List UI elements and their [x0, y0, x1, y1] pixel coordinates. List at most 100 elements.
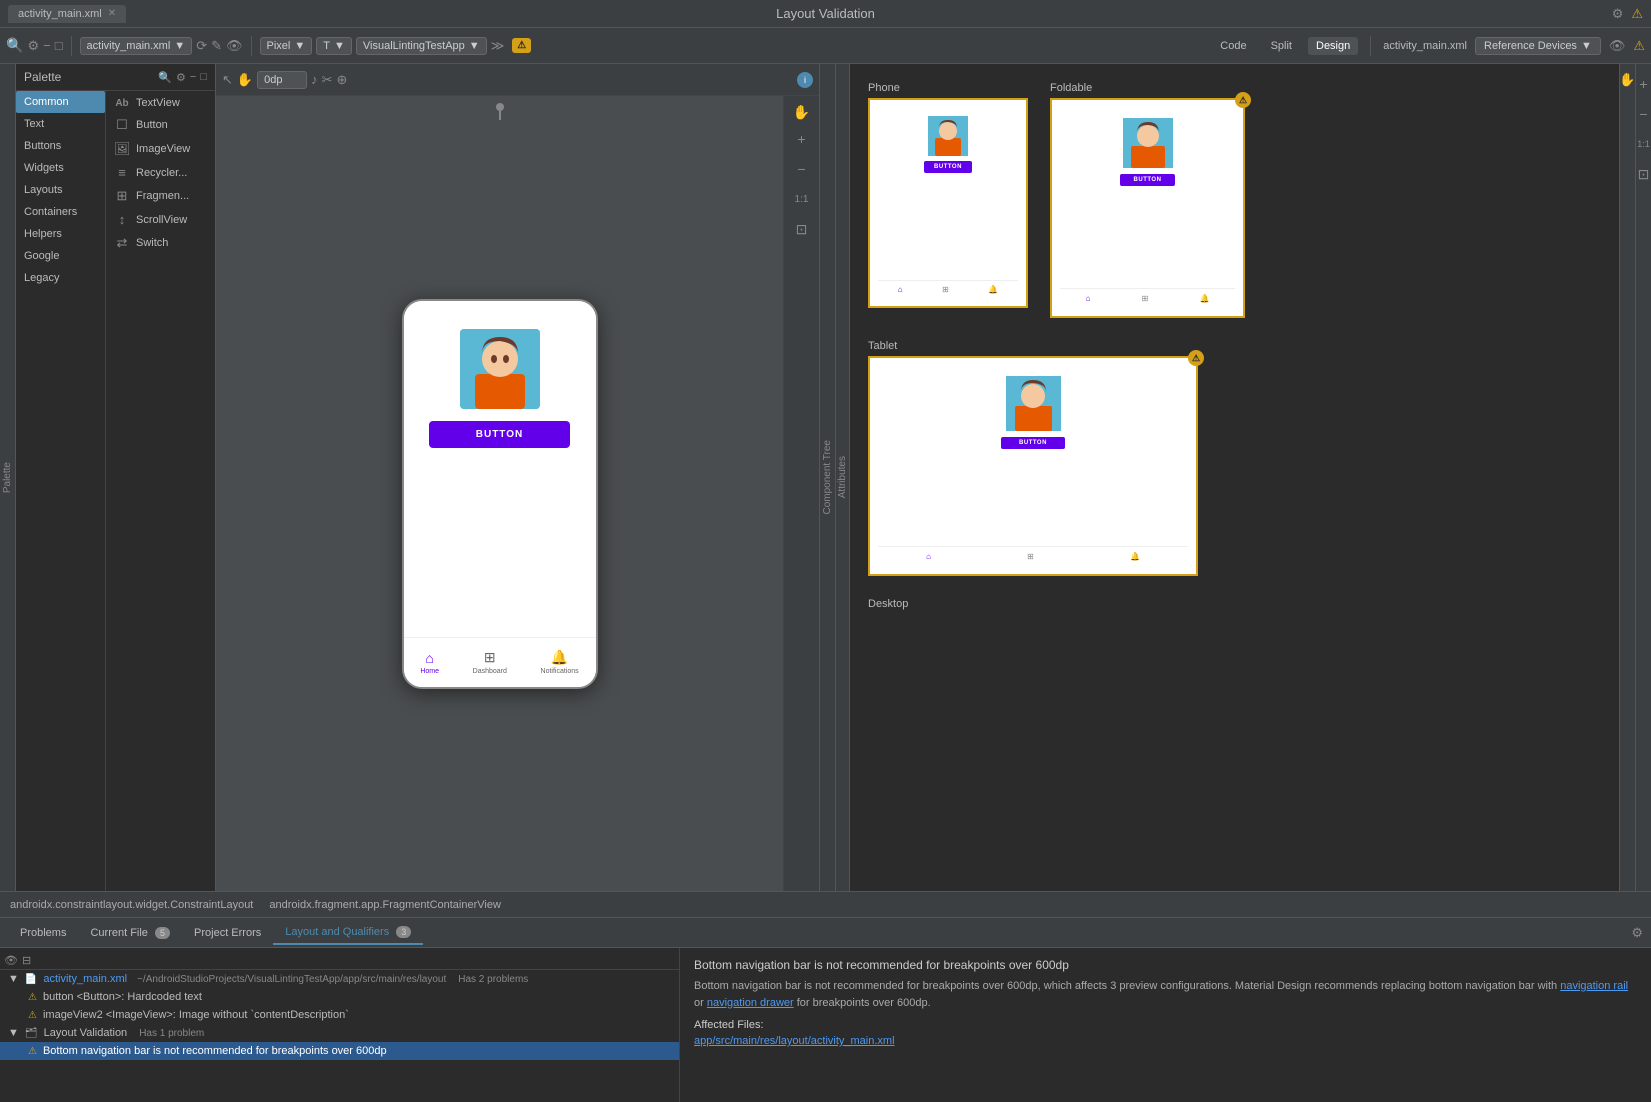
- preview-icon[interactable]: 👁: [1609, 38, 1626, 54]
- tab-layout-qualifiers[interactable]: Layout and Qualifiers 3: [273, 921, 423, 945]
- nav-notifications[interactable]: 🔔 Notifications: [541, 649, 579, 675]
- button-icon: ☐: [114, 117, 130, 133]
- nav-rail-link[interactable]: navigation rail: [1560, 980, 1628, 992]
- toolbar-icon2[interactable]: ✎: [211, 38, 222, 54]
- layout-validation-group[interactable]: ▼ 🗂 Layout Validation Has 1 problem: [0, 1024, 679, 1042]
- palette-item-recyclerview[interactable]: ≡ Recycler...: [106, 161, 215, 184]
- split-btn[interactable]: Split: [1263, 37, 1300, 55]
- detail-description: Bottom navigation bar is not recommended…: [694, 978, 1637, 1011]
- lv-fit[interactable]: ⊡: [1632, 162, 1651, 186]
- zoom-reset-btn[interactable]: 1:1: [790, 187, 814, 211]
- affected-file-link[interactable]: app/src/main/res/layout/activity_main.xm…: [694, 1035, 1637, 1047]
- mini-avatar-tablet: [1006, 376, 1061, 431]
- canvas-controls: ✋ + − 1:1 ⊡: [783, 96, 819, 891]
- cat-google[interactable]: Google: [16, 245, 105, 267]
- close-tab-icon[interactable]: ✕: [108, 8, 116, 19]
- attributes-label: Attributes: [837, 456, 848, 498]
- component-tree-strip: Component Tree: [819, 64, 835, 891]
- tablet-label: Tablet: [868, 340, 1198, 352]
- problem-content-desc[interactable]: ⚠ imageView2 <ImageView>: Image without …: [0, 1006, 679, 1024]
- desktop-label: Desktop: [868, 598, 1591, 610]
- canvas-select-icon[interactable]: ↖: [222, 72, 233, 88]
- palette-item-switch[interactable]: ⇄ Switch: [106, 231, 215, 255]
- palette-item-scrollview[interactable]: ↕ ScrollView: [106, 208, 215, 231]
- tab-current-file[interactable]: Current File 5: [78, 922, 182, 944]
- pixel-dropdown[interactable]: Pixel ▼: [260, 37, 313, 55]
- phone-label: Phone: [868, 82, 1028, 94]
- toolbar-icon3[interactable]: 👁: [226, 38, 243, 54]
- minus-icon[interactable]: −: [43, 38, 51, 53]
- zoom-out-btn[interactable]: −: [790, 157, 814, 181]
- detail-title: Bottom navigation bar is not recommended…: [694, 958, 1637, 972]
- toolbar-icon1[interactable]: ⟳: [196, 38, 207, 54]
- fit-screen-btn[interactable]: ⊡: [790, 217, 814, 241]
- phone-button[interactable]: BUTTON: [429, 421, 570, 448]
- search-icon[interactable]: 🔍: [6, 37, 23, 54]
- lv-file-tab[interactable]: activity_main.xml: [1383, 40, 1467, 52]
- cat-legacy[interactable]: Legacy: [16, 267, 105, 289]
- cat-buttons[interactable]: Buttons: [16, 135, 105, 157]
- design-btn[interactable]: Design: [1308, 37, 1358, 55]
- canvas-tool3[interactable]: ⊕: [337, 72, 348, 88]
- tab-problems[interactable]: Problems: [8, 922, 78, 944]
- cat-helpers[interactable]: Helpers: [16, 223, 105, 245]
- nav-dashboard[interactable]: ⊞ Dashboard: [473, 649, 507, 675]
- canvas-dp-input[interactable]: 0dp: [257, 71, 307, 89]
- mini-nav-phone: ⌂ ⊞ 🔔: [878, 280, 1018, 298]
- collapse-icon[interactable]: ⊟: [22, 954, 31, 967]
- cat-layouts[interactable]: Layouts: [16, 179, 105, 201]
- info-badge[interactable]: i: [797, 72, 813, 88]
- nav-home[interactable]: ⌂ Home: [420, 650, 439, 675]
- problem-file-row[interactable]: ▼ 📄 activity_main.xml ~/AndroidStudioPro…: [0, 970, 679, 988]
- problem-hardcoded-text[interactable]: ⚠ button <Button>: Hardcoded text: [0, 988, 679, 1006]
- affected-files-title: Affected Files:: [694, 1019, 1637, 1031]
- ref-devices-dropdown[interactable]: Reference Devices ▼: [1475, 37, 1601, 55]
- gear-icon[interactable]: ⚙: [27, 38, 39, 54]
- lv-zoom-reset[interactable]: 1:1: [1632, 132, 1651, 156]
- canvas-tool2[interactable]: ✂: [322, 72, 333, 88]
- overflow-icon[interactable]: ≫: [491, 38, 505, 54]
- device-foldable: Foldable ⚠: [1050, 82, 1245, 318]
- palette-item-textview[interactable]: Ab TextView: [106, 93, 215, 113]
- cat-containers[interactable]: Containers: [16, 201, 105, 223]
- title-bar: activity_main.xml ✕ Layout Validation ⚙ …: [0, 0, 1651, 28]
- mini-btn-foldable: BUTTON: [1120, 174, 1176, 186]
- text-size-dropdown[interactable]: T ▼: [316, 37, 352, 55]
- palette-minus-icon[interactable]: −: [190, 71, 196, 84]
- problem-bottom-nav[interactable]: ⚠ Bottom navigation bar is not recommend…: [0, 1042, 679, 1060]
- nav-drawer-link[interactable]: navigation drawer: [707, 997, 794, 1009]
- expand-icon[interactable]: □: [55, 38, 63, 53]
- lv-zoom-out[interactable]: −: [1632, 102, 1651, 126]
- canvas-tool1[interactable]: ♪: [311, 72, 318, 87]
- cat-widgets[interactable]: Widgets: [16, 157, 105, 179]
- filename-dropdown[interactable]: activity_main.xml ▼: [80, 37, 193, 55]
- lv-zoom-in[interactable]: +: [1632, 72, 1651, 96]
- cat-text[interactable]: Text: [16, 113, 105, 135]
- mini-nav-foldable: ⌂ ⊞ 🔔: [1060, 288, 1235, 308]
- palette-search-icon[interactable]: 🔍: [158, 71, 172, 84]
- eye-icon-problems[interactable]: 👁: [4, 954, 18, 967]
- palette-expand-icon[interactable]: □: [200, 71, 207, 84]
- zoom-in-btn[interactable]: +: [790, 127, 814, 151]
- settings-bottom-icon[interactable]: ⚙: [1631, 925, 1643, 941]
- palette-gear-icon[interactable]: ⚙: [176, 71, 186, 84]
- settings-icon[interactable]: ⚙: [1612, 6, 1624, 22]
- tab-project-errors[interactable]: Project Errors: [182, 922, 273, 944]
- canvas-pan-icon[interactable]: ✋: [237, 72, 253, 88]
- cat-common[interactable]: Common: [16, 91, 105, 113]
- detail-panel: Bottom navigation bar is not recommended…: [680, 948, 1651, 1102]
- toolbar-row: 🔍 ⚙ − □ activity_main.xml ▼ ⟳ ✎ 👁 Pixel …: [0, 28, 1651, 64]
- lv-group-name: Layout Validation: [44, 1027, 128, 1039]
- canvas-area: ↖ ✋ 0dp ♪ ✂ ⊕ i: [216, 64, 819, 891]
- dashboard-icon: ⊞: [484, 649, 496, 666]
- code-btn[interactable]: Code: [1212, 37, 1254, 55]
- pin-icon[interactable]: [495, 102, 505, 123]
- file-tab[interactable]: activity_main.xml ✕: [8, 5, 126, 23]
- hand-tool-icon[interactable]: ✋: [793, 104, 810, 121]
- canvas-viewport: BUTTON ⌂ Home ⊞ Dashboard: [216, 96, 783, 891]
- file-expand-icon: ▼: [8, 973, 19, 985]
- app-dropdown[interactable]: VisualLintingTestApp ▼: [356, 37, 487, 55]
- palette-item-imageview[interactable]: 🖼 ImageView: [106, 137, 215, 161]
- palette-item-fragment[interactable]: ⊞ Fragmen...: [106, 184, 215, 208]
- palette-item-button[interactable]: ☐ Button: [106, 113, 215, 137]
